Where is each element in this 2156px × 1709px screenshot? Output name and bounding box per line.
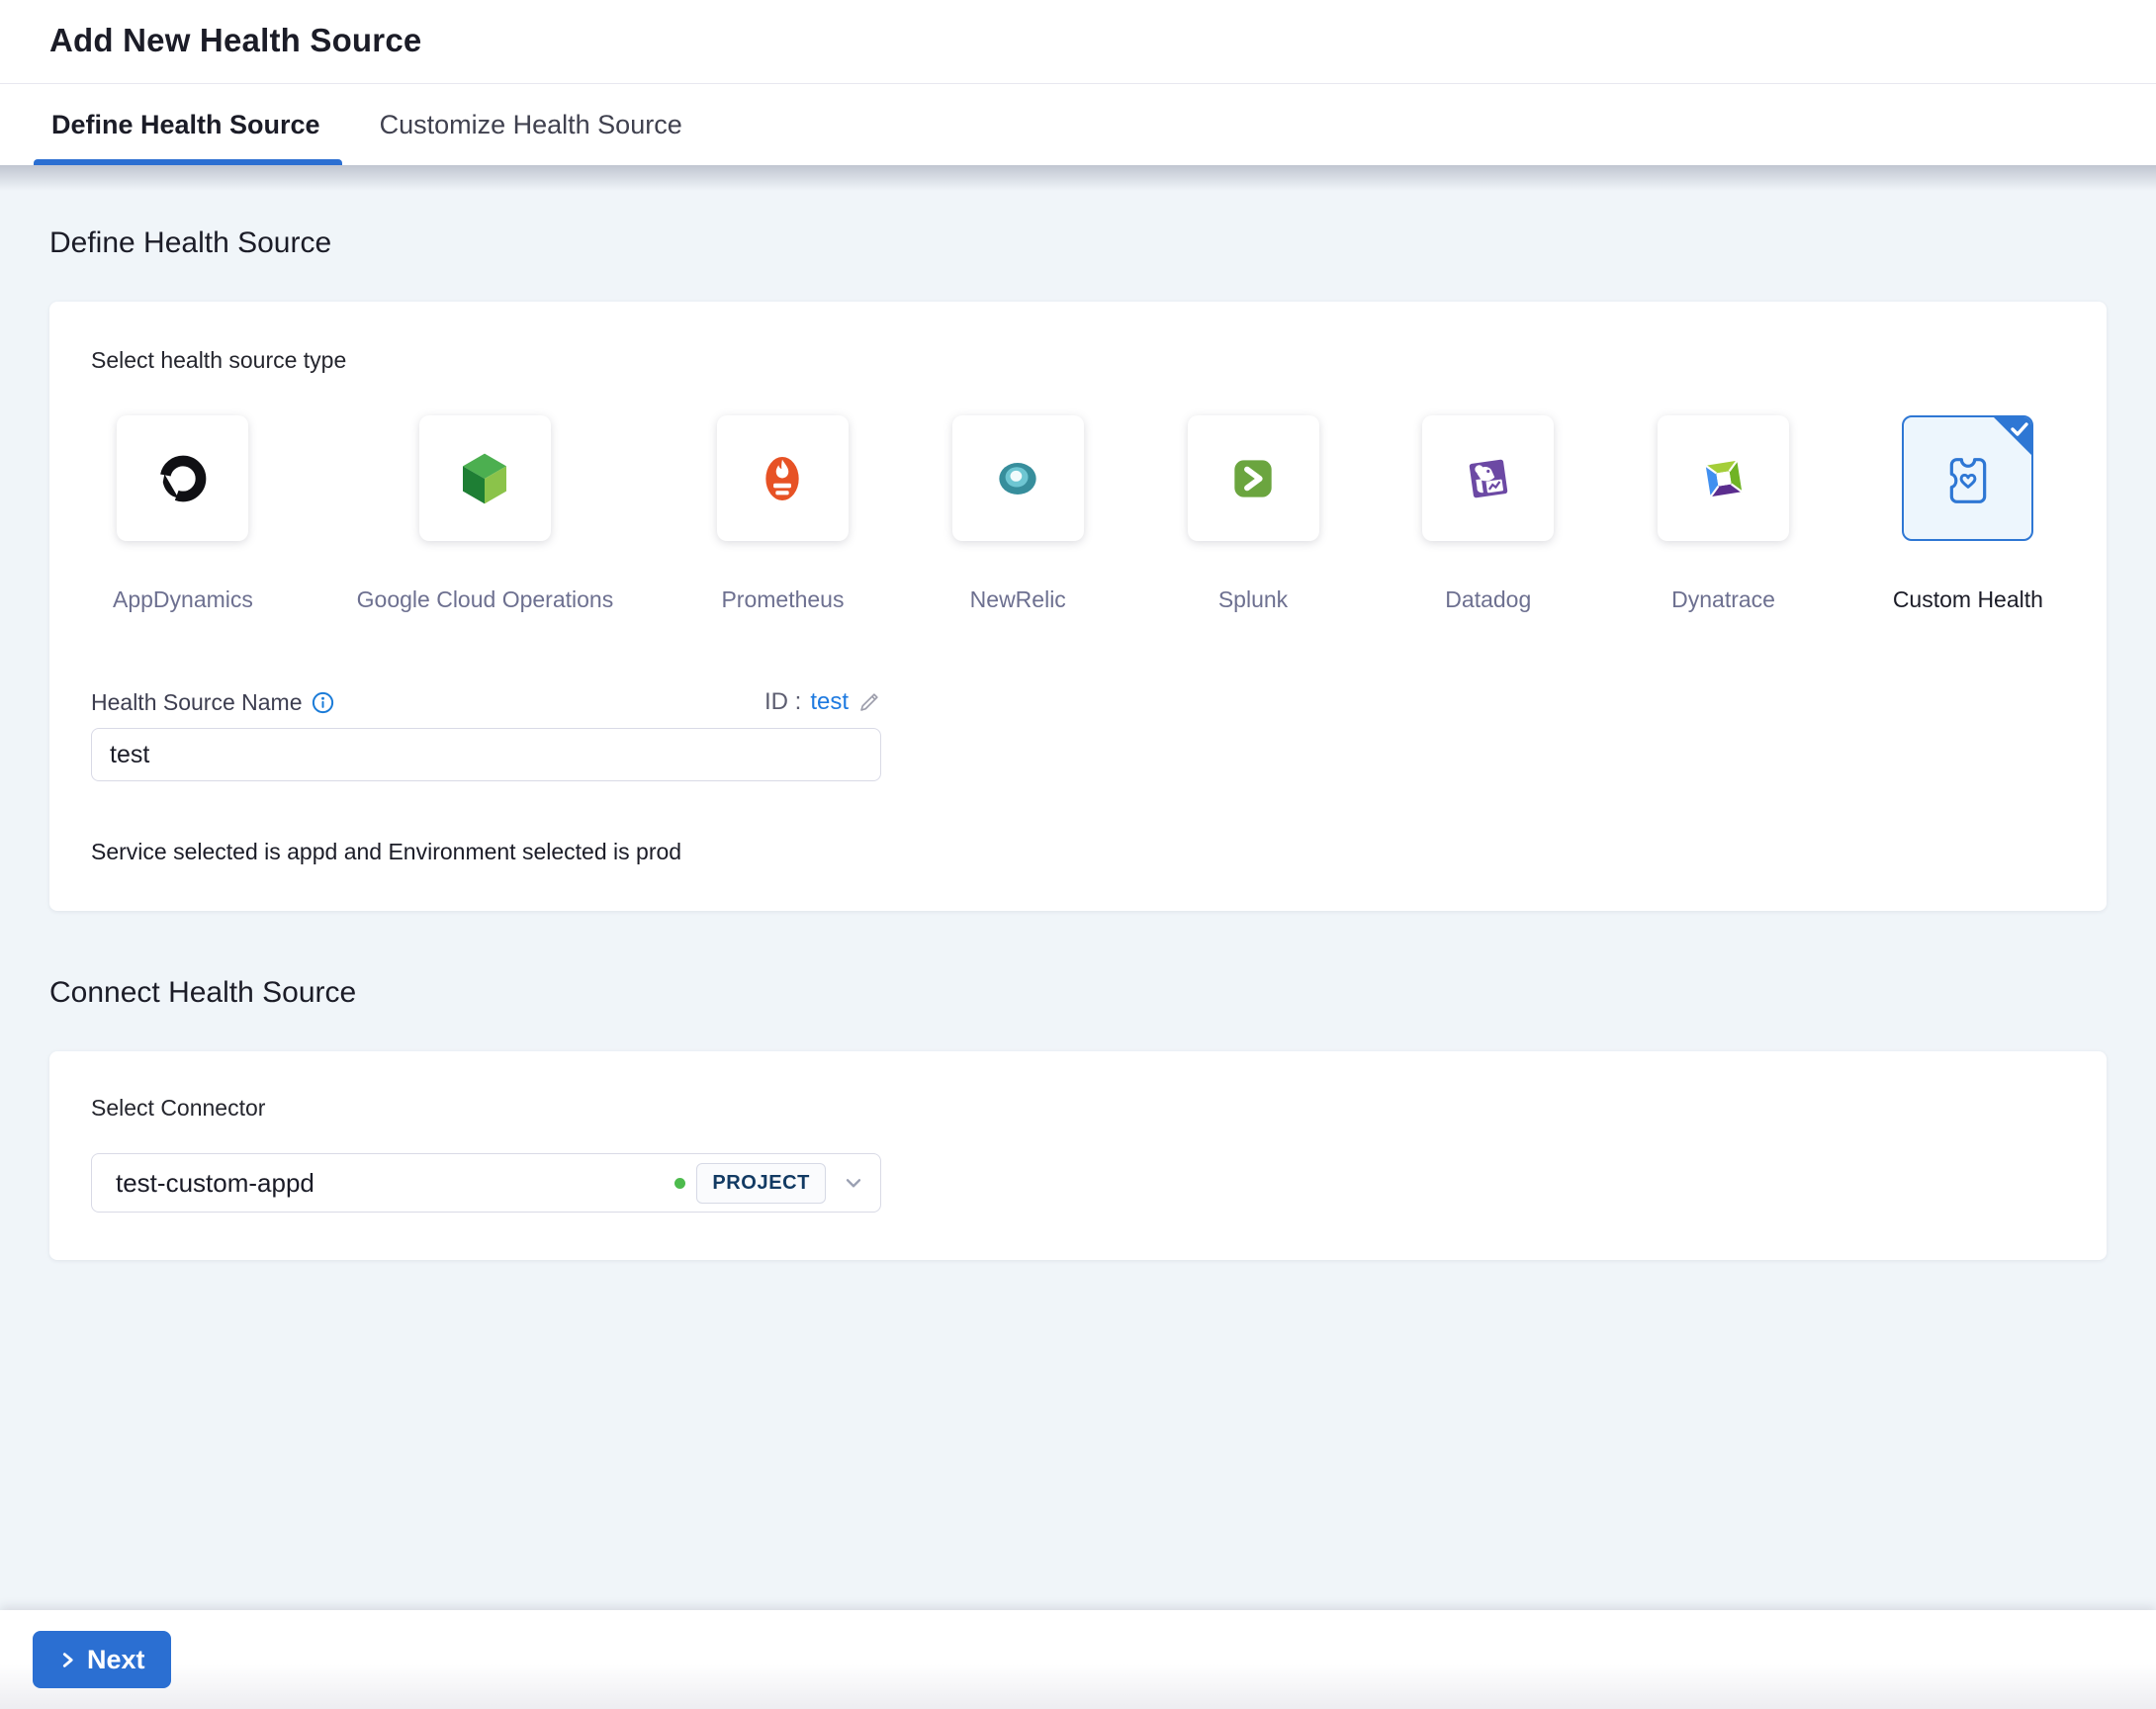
tab-customize-health-source[interactable]: Customize Health Source (368, 84, 694, 165)
id-prefix-label: ID : (764, 688, 802, 715)
tab-define-health-source[interactable]: Define Health Source (34, 84, 342, 165)
next-button[interactable]: Next (33, 1631, 171, 1688)
source-card-prometheus[interactable] (716, 415, 849, 541)
add-health-source-dialog: Add New Health Source Define Health Sour… (0, 0, 2156, 1709)
source-label: Splunk (1217, 586, 1289, 612)
content-area: Define Health Source Select health sourc… (0, 165, 2156, 1610)
source-item-appdynamics: AppDynamics (113, 415, 253, 613)
connector-value: test-custom-appd (116, 1167, 314, 1198)
source-card-splunk[interactable] (1187, 415, 1319, 541)
select-type-label: Select health source type (91, 347, 347, 373)
source-item-splunk: Splunk (1187, 415, 1319, 613)
source-label: Google Cloud Operations (356, 586, 614, 612)
connector-scope-badge: PROJECT (696, 1162, 826, 1204)
source-item-datadog: Datadog (1422, 415, 1555, 613)
id-value-link[interactable]: test (810, 688, 849, 716)
connect-card: Select Connector test-custom-appd PROJEC… (49, 1051, 2107, 1260)
define-card: Select health source type AppDynamics Go… (49, 302, 2107, 911)
tab-bar: Define Health Source Customize Health So… (0, 84, 2156, 165)
health-source-type-row: AppDynamics Google Cloud Operations Prom… (91, 409, 2065, 613)
source-label: Datadog (1445, 586, 1532, 612)
health-source-name-input[interactable] (91, 728, 881, 781)
next-button-label: Next (87, 1644, 145, 1674)
identifier-row: ID : test (764, 688, 881, 716)
source-item-google-cloud-operations: Google Cloud Operations (356, 415, 614, 613)
source-card-custom-health[interactable] (1902, 415, 2034, 541)
source-card-dynatrace[interactable] (1658, 415, 1790, 541)
define-section-heading: Define Health Source (49, 226, 332, 259)
splunk-logo-icon (1234, 459, 1272, 497)
source-label: Dynatrace (1671, 586, 1775, 612)
source-card-datadog[interactable] (1422, 415, 1555, 541)
source-card-google-cloud-operations[interactable] (418, 415, 551, 541)
source-item-custom-health: Custom Health (1893, 415, 2043, 613)
source-label: Prometheus (721, 586, 845, 612)
dynatrace-logo-icon (1704, 459, 1743, 497)
source-card-newrelic[interactable] (951, 415, 1084, 541)
prometheus-logo-icon (765, 456, 800, 500)
source-item-dynatrace: Dynatrace (1658, 415, 1790, 613)
health-source-name-label: Health Source Name (91, 689, 334, 716)
page-header: Add New Health Source (0, 0, 2156, 84)
connector-status-dot (674, 1177, 686, 1189)
newrelic-logo-icon (999, 462, 1036, 495)
google-cloud-operations-logo-icon (463, 453, 507, 503)
datadog-logo-icon (1469, 459, 1508, 497)
select-connector-label: Select Connector (91, 1095, 266, 1121)
selected-check-icon (1994, 417, 2032, 455)
name-field-header-row: Health Source Name ID : test (91, 688, 881, 716)
service-environment-note: Service selected is appd and Environment… (91, 839, 682, 864)
info-icon[interactable] (312, 691, 334, 714)
source-label: NewRelic (969, 586, 1066, 612)
footer-bar: Next (0, 1610, 2156, 1709)
page-title: Add New Health Source (49, 22, 422, 58)
connect-section-heading: Connect Health Source (49, 976, 357, 1009)
chevron-down-icon[interactable] (841, 1170, 866, 1196)
source-card-appdynamics[interactable] (117, 415, 249, 541)
source-item-newrelic: NewRelic (951, 415, 1084, 613)
appdynamics-logo-icon (159, 455, 207, 501)
connector-dropdown[interactable]: test-custom-appd PROJECT (91, 1153, 881, 1213)
custom-health-logo-icon (1949, 457, 1987, 503)
health-source-name-label-text: Health Source Name (91, 689, 303, 715)
source-label: Custom Health (1892, 586, 2043, 612)
chevron-right-icon (62, 1652, 73, 1667)
source-item-prometheus: Prometheus (716, 415, 849, 613)
source-label: AppDynamics (113, 586, 253, 612)
edit-pencil-icon[interactable] (857, 690, 881, 714)
